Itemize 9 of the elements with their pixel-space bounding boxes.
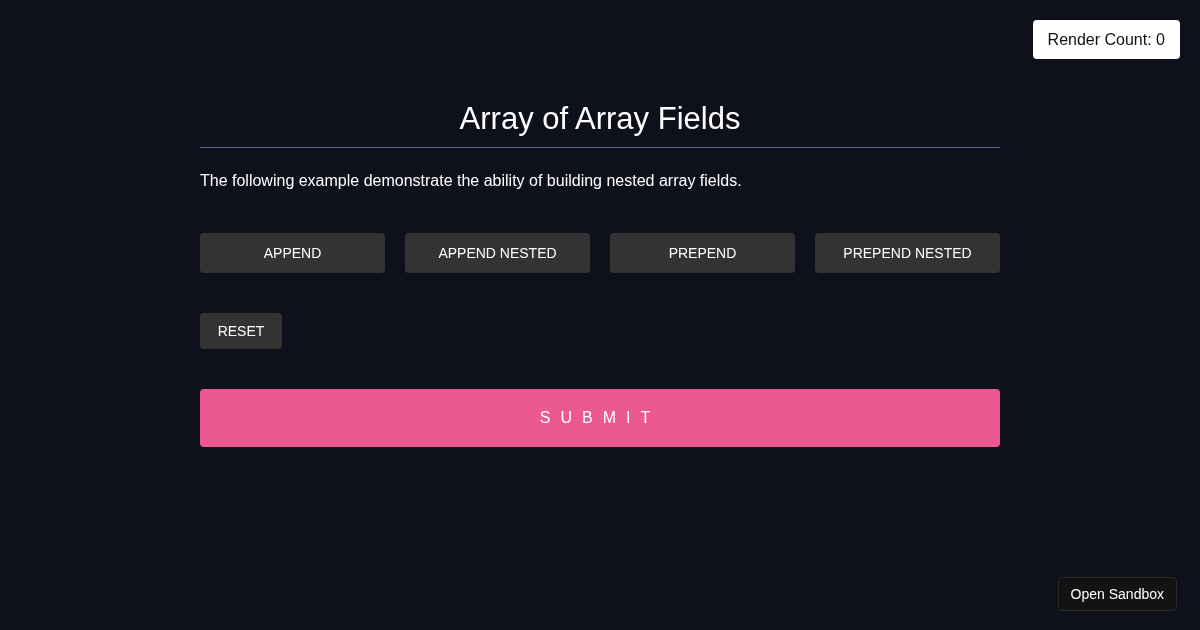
open-sandbox-button[interactable]: Open Sandbox	[1057, 577, 1177, 611]
action-button[interactable]: APPEND NESTED	[405, 233, 590, 274]
description-text: The following example demonstrate the ability of building nested array fields.	[200, 171, 743, 192]
render-count-label: Render Count: 0	[1032, 20, 1180, 59]
reset-button[interactable]: RESET	[200, 313, 282, 350]
action-button[interactable]: PREPEND	[610, 233, 795, 274]
page-title: Array of Array Fields	[200, 100, 1000, 149]
action-button[interactable]: APPEND	[200, 233, 385, 274]
action-button[interactable]: PREPEND NESTED	[815, 233, 1000, 274]
